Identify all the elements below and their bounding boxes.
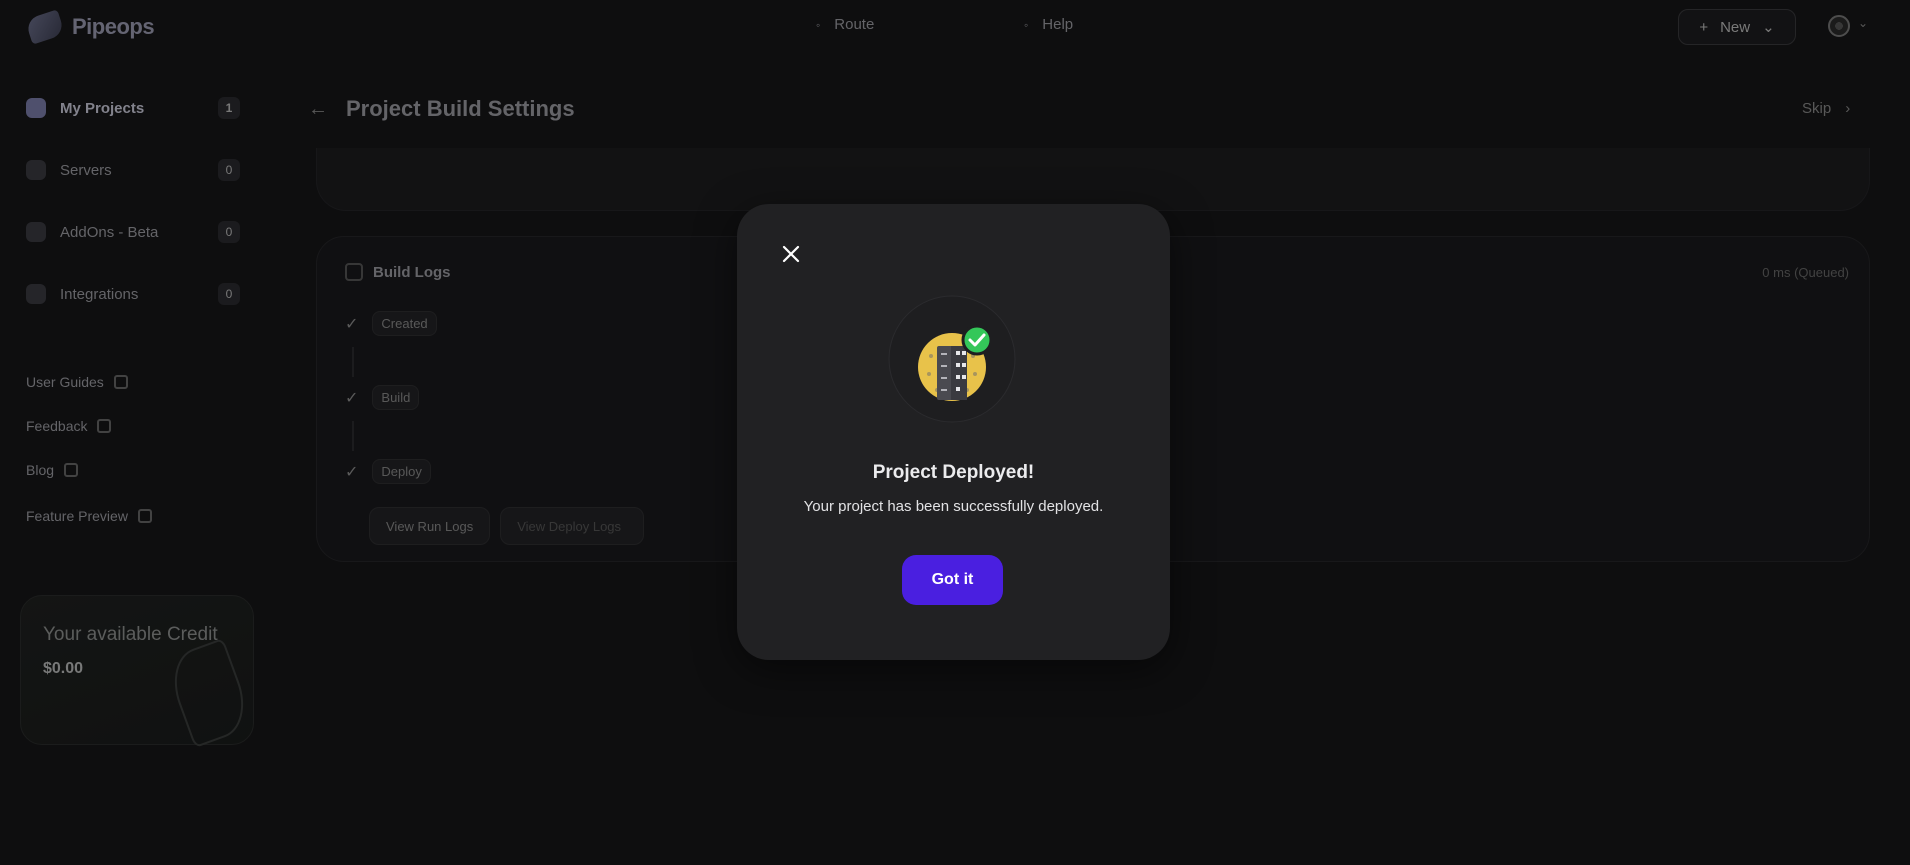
deploy-success-modal: Project Deployed! Your project has been … <box>737 204 1170 660</box>
modal-message: Your project has been successfully deplo… <box>803 498 1104 515</box>
app-root: Pipeops ◦ Route ◦ Help + New ⌄ ⌄ My Proj… <box>0 0 1910 865</box>
deployed-server-icon <box>888 295 1016 423</box>
close-button[interactable] <box>777 240 805 268</box>
modal-title: Project Deployed! <box>872 462 1035 483</box>
got-it-button[interactable]: Got it <box>902 555 1003 605</box>
close-icon <box>782 245 800 263</box>
